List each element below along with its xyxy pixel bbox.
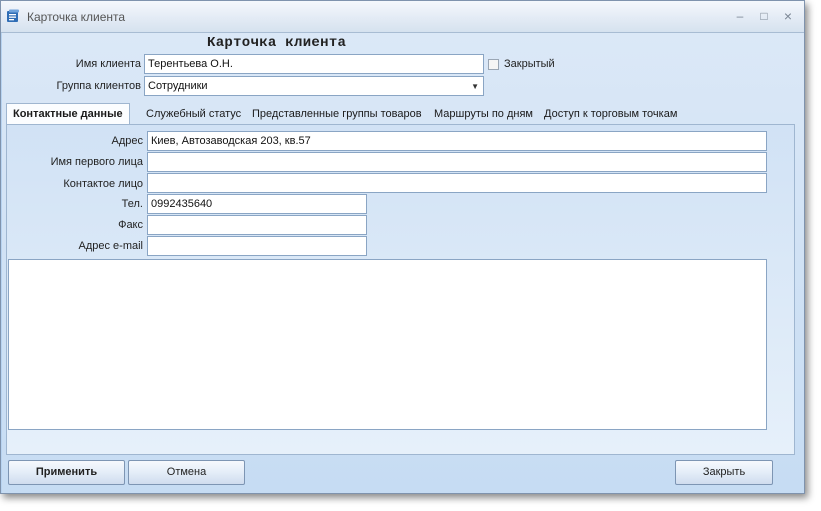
address-label: Адрес bbox=[111, 135, 144, 147]
app-icon bbox=[7, 9, 19, 22]
phone-label: Тел. bbox=[121, 198, 143, 210]
client-group-select[interactable]: Сотрудники ▼ bbox=[144, 76, 484, 96]
client-name-input[interactable]: Терентьева О.Н. bbox=[144, 54, 484, 74]
fax-input[interactable] bbox=[147, 215, 367, 235]
address-input[interactable]: Киев, Автозаводская 203, кв.57 bbox=[147, 131, 767, 151]
minimize-button[interactable]: – bbox=[730, 7, 750, 25]
maximize-button[interactable]: □ bbox=[754, 7, 774, 25]
contact-person-label: Контактое лицо bbox=[63, 178, 143, 190]
close-button[interactable]: Закрыть bbox=[675, 460, 773, 485]
tab-contact-data[interactable]: Контактные данные bbox=[6, 103, 130, 125]
phone-input[interactable]: 0992435640 bbox=[147, 194, 367, 214]
contact-person-input[interactable] bbox=[147, 173, 767, 193]
chevron-down-icon[interactable]: ▼ bbox=[471, 80, 479, 94]
fax-label: Факс bbox=[118, 219, 143, 231]
client-group-value: Сотрудники bbox=[148, 80, 208, 92]
notes-textarea[interactable] bbox=[8, 259, 767, 430]
tab-product-groups[interactable]: Представленные группы товаров bbox=[252, 108, 422, 120]
email-label: Адрес e-mail bbox=[78, 240, 144, 252]
first-person-label: Имя первого лица bbox=[50, 156, 143, 168]
cancel-button[interactable]: Отмена bbox=[128, 460, 245, 485]
closed-checkbox-label: Закрытый bbox=[504, 58, 555, 70]
tab-routes-by-day[interactable]: Маршруты по дням bbox=[434, 108, 533, 120]
client-name-label: Имя клиента bbox=[75, 58, 141, 70]
closed-checkbox[interactable] bbox=[488, 59, 499, 70]
close-window-button[interactable]: × bbox=[778, 7, 798, 25]
apply-button[interactable]: Применить bbox=[8, 460, 125, 485]
first-person-input[interactable] bbox=[147, 152, 767, 172]
tab-outlet-access[interactable]: Доступ к торговым точкам bbox=[544, 108, 677, 120]
client-group-label: Группа клиентов bbox=[56, 80, 142, 92]
form-heading: Карточка клиента bbox=[207, 35, 347, 51]
email-input[interactable] bbox=[147, 236, 367, 256]
title-bar[interactable]: Карточка клиента – □ × bbox=[1, 1, 804, 33]
tab-service-status[interactable]: Служебный статус bbox=[146, 108, 241, 120]
window-title: Карточка клиента bbox=[27, 10, 126, 24]
